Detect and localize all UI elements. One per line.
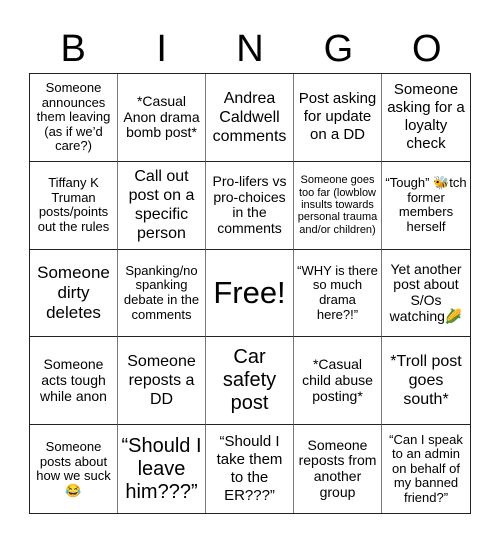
bingo-cell[interactable]: Andrea Caldwell comments <box>206 74 294 162</box>
bingo-cell[interactable]: Someone dirty deletes <box>30 249 118 338</box>
bingo-cell[interactable]: “Can I speak to an admin on behalf of my… <box>382 425 470 513</box>
bingo-cell[interactable]: Pro-lifers vs pro-choices in the comment… <box>206 161 294 250</box>
bingo-cell[interactable]: Someone announces them leaving (as if we… <box>30 74 118 162</box>
bingo-cell[interactable]: “Should I take them to the ER???” <box>206 425 294 513</box>
header-letter-i: I <box>156 28 167 70</box>
bingo-cell[interactable]: Someone reposts a DD <box>118 337 206 426</box>
free-space[interactable]: Free! <box>206 249 294 338</box>
bingo-cell[interactable]: “Should I leave him???” <box>118 425 206 513</box>
bingo-cell[interactable]: *Casual Anon drama bomb post* <box>118 74 206 162</box>
bingo-cell[interactable]: Tiffany K Truman posts/points out the ru… <box>30 161 118 250</box>
header-letter-b: B <box>60 28 86 70</box>
header-letter-o: O <box>412 28 442 70</box>
bingo-cell[interactable]: *Troll post goes south* <box>382 337 470 426</box>
bingo-cell[interactable]: Post asking for update on a DD <box>294 74 382 162</box>
bingo-cell[interactable]: Someone acts tough while anon <box>30 337 118 426</box>
bingo-header: B I N G O <box>29 26 471 72</box>
bingo-cell[interactable]: “WHY is there so much drama here?!” <box>294 249 382 338</box>
bingo-cell[interactable]: “Tough” 🐝tch former members herself <box>382 162 470 250</box>
bingo-card: Someone announces them leaving (as if we… <box>29 73 471 514</box>
bingo-cell[interactable]: Someone posts about how we suck 😂 <box>30 425 118 513</box>
bingo-cell[interactable]: *Casual child abuse posting* <box>294 337 382 426</box>
bingo-cell[interactable]: Call out post on a specific person <box>118 161 206 250</box>
bingo-cell[interactable]: Someone goes too far (lowblow insults to… <box>294 161 382 250</box>
header-letter-g: G <box>323 28 354 70</box>
bingo-cell[interactable]: Someone asking for a loyalty check <box>382 74 470 162</box>
bingo-cell[interactable]: Car safety post <box>206 337 294 426</box>
bingo-cell[interactable]: Someone reposts from another group <box>294 425 382 513</box>
header-letter-n: N <box>236 28 264 70</box>
bingo-cell[interactable]: Spanking/no spanking debate in the comme… <box>118 249 206 338</box>
bingo-cell[interactable]: Yet another post about S/Os watching🌽 <box>382 250 470 338</box>
